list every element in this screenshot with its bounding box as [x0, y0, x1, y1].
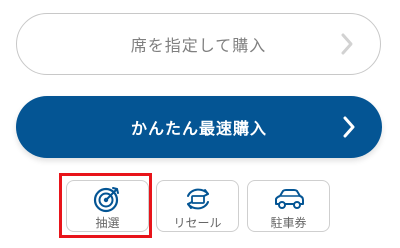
parking-tile[interactable]: 駐車券: [247, 180, 330, 232]
resale-label: リセール: [173, 216, 222, 230]
parking-label: 駐車券: [270, 216, 307, 230]
select-seat-button[interactable]: 席を指定して購入: [16, 13, 381, 75]
quick-purchase-button[interactable]: かんたん最速購入: [16, 96, 382, 158]
select-seat-label: 席を指定して購入: [130, 36, 267, 55]
car-icon: [274, 189, 304, 209]
resale-tile[interactable]: リセール: [156, 180, 239, 232]
lottery-tile[interactable]: 抽選: [66, 180, 149, 232]
chevron-right-icon: [343, 116, 355, 138]
chevron-right-icon: [341, 33, 353, 55]
target-icon: [93, 187, 119, 213]
quick-purchase-label: かんたん最速購入: [130, 119, 267, 138]
lottery-label: 抽選: [95, 216, 120, 230]
ticket-cycle-icon: [186, 188, 209, 210]
